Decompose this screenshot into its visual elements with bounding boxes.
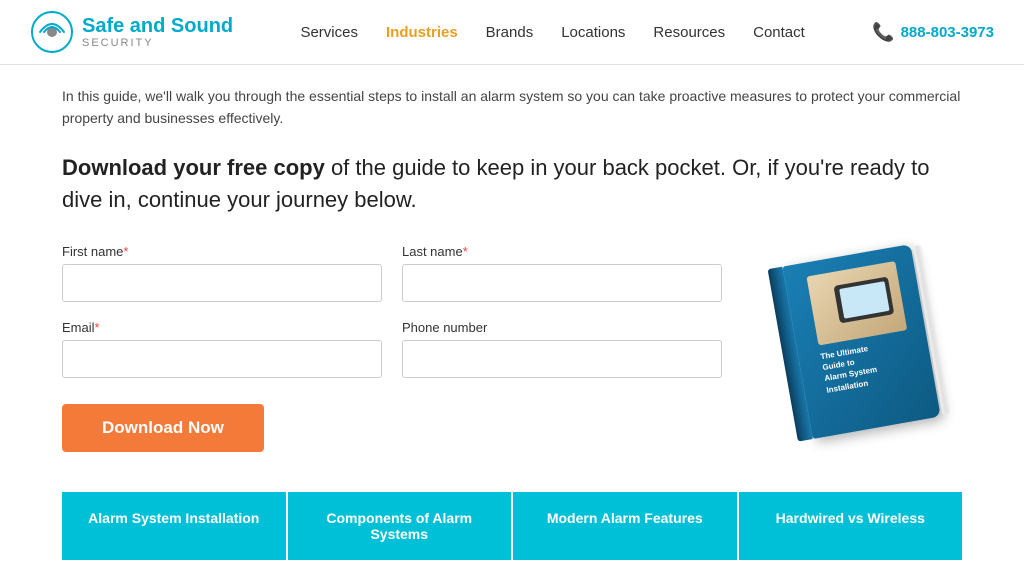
nav-locations[interactable]: Locations (561, 24, 625, 41)
required-marker: * (123, 244, 128, 259)
tab-modern-features[interactable]: Modern Alarm Features (513, 492, 739, 560)
email-input[interactable] (62, 340, 382, 378)
tab-hardwired-wireless[interactable]: Hardwired vs Wireless (739, 492, 963, 560)
nav-industries[interactable]: Industries (386, 24, 458, 41)
nav-contact[interactable]: Contact (753, 24, 805, 41)
main-nav: Services Industries Brands Locations Res… (300, 24, 804, 41)
download-button[interactable]: Download Now (62, 404, 264, 452)
main-content: In this guide, we'll walk you through th… (32, 65, 992, 560)
logo[interactable]: Safe and Sound SECURITY (30, 10, 233, 54)
form-group-lastname: Last name* (402, 244, 722, 302)
form-group-phone: Phone number (402, 320, 722, 378)
required-marker: * (95, 320, 100, 335)
tablet-icon (833, 276, 894, 323)
content-area: First name* Last name* Email* (62, 244, 962, 452)
phone-label: Phone number (402, 320, 722, 335)
intro-text: In this guide, we'll walk you through th… (62, 85, 962, 130)
tab-alarm-installation[interactable]: Alarm System Installation (62, 492, 288, 560)
logo-sub: SECURITY (82, 37, 233, 49)
tablet-screen (839, 280, 890, 318)
first-name-label: First name* (62, 244, 382, 259)
last-name-input[interactable] (402, 264, 722, 302)
tab-components[interactable]: Components of Alarm Systems (288, 492, 514, 560)
nav-brands[interactable]: Brands (486, 24, 534, 41)
cta-heading: Download your free copy of the guide to … (62, 152, 962, 216)
form-area: First name* Last name* Email* (62, 244, 722, 452)
last-name-label: Last name* (402, 244, 722, 259)
book-cover-text: The Ultimate Guide to Alarm System Insta… (820, 337, 907, 395)
phone-area[interactable]: 📞 888-803-3973 (872, 22, 994, 43)
logo-icon (30, 10, 74, 54)
nav-resources[interactable]: Resources (653, 24, 725, 41)
nav-services[interactable]: Services (300, 24, 358, 41)
first-name-input[interactable] (62, 264, 382, 302)
book-area: The Ultimate Guide to Alarm System Insta… (762, 244, 962, 444)
form-row-contact: Email* Phone number (62, 320, 722, 378)
email-label: Email* (62, 320, 382, 335)
form-group-email: Email* (62, 320, 382, 378)
logo-main: Safe and Sound (82, 15, 233, 37)
bottom-tabs: Alarm System Installation Components of … (62, 492, 962, 560)
phone-number: 888-803-3973 (901, 24, 994, 41)
logo-text: Safe and Sound SECURITY (82, 15, 233, 49)
book-cover-image (806, 261, 907, 346)
book-image: The Ultimate Guide to Alarm System Insta… (766, 231, 958, 456)
phone-icon: 📞 (872, 22, 894, 43)
cta-heading-bold: Download your free copy (62, 155, 325, 180)
form-group-firstname: First name* (62, 244, 382, 302)
required-marker: * (463, 244, 468, 259)
form-row-name: First name* Last name* (62, 244, 722, 302)
site-header: Safe and Sound SECURITY Services Industr… (0, 0, 1024, 65)
phone-input[interactable] (402, 340, 722, 378)
